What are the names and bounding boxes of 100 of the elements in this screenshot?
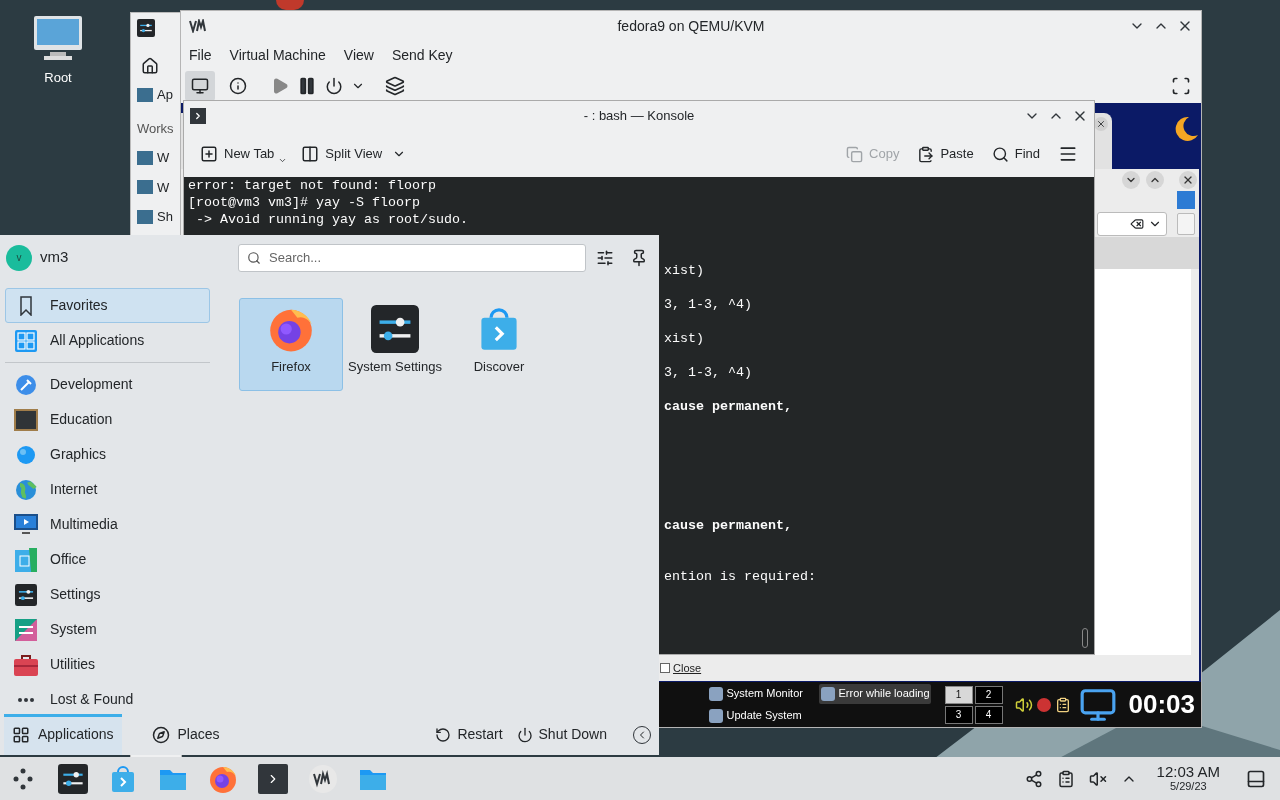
grid-icon <box>12 725 30 744</box>
filter-icon[interactable] <box>596 248 614 267</box>
category-item[interactable]: Office <box>5 542 210 577</box>
restart-icon <box>435 726 452 743</box>
sidebar-item[interactable]: W <box>137 148 181 168</box>
sidebar-item[interactable]: Sh <box>137 207 181 227</box>
screenshot-button[interactable] <box>385 76 405 96</box>
category-item[interactable]: System <box>5 612 210 647</box>
app-icon <box>708 708 723 723</box>
vm-task-icon[interactable] <box>308 763 338 794</box>
toolbar-button[interactable]: Paste <box>917 144 974 164</box>
category-item[interactable]: Favorites <box>5 288 210 323</box>
video-monitor-icon <box>14 513 38 536</box>
task-button[interactable]: Update System <box>706 705 819 726</box>
desktop-switch[interactable]: 2 <box>974 685 1003 704</box>
task-button[interactable]: Error while loading <box>818 683 931 704</box>
menu-item[interactable]: Send Key <box>391 44 453 66</box>
category-item[interactable]: Education <box>5 402 210 437</box>
task-button[interactable]: System Monitor <box>706 683 819 704</box>
category-item[interactable]: Lost & Found <box>5 682 210 714</box>
clipboard-icon[interactable] <box>1054 696 1071 713</box>
clipboard-icon[interactable] <box>1056 769 1075 788</box>
terminal-line: xist) <box>664 331 704 346</box>
minimize-button[interactable] <box>1122 171 1140 189</box>
category-item[interactable]: Utilities <box>5 647 210 682</box>
menu-item[interactable]: View <box>343 44 374 66</box>
speaker-icon[interactable] <box>1014 695 1033 714</box>
terminal-line: cause permanent, <box>664 518 792 533</box>
split-view-icon <box>301 145 320 163</box>
category-item[interactable]: Graphics <box>5 437 210 472</box>
scrollbar-handle[interactable] <box>1082 628 1088 648</box>
desktop-switch[interactable]: 1 <box>944 685 973 704</box>
chalkboard-icon <box>14 408 38 431</box>
fullscreen-button[interactable] <box>1171 76 1191 96</box>
terminal-line: error: target not found: floorp <box>188 178 436 193</box>
item-icon <box>137 87 153 102</box>
power-action-button[interactable]: Restart <box>435 724 503 745</box>
power-button[interactable] <box>325 77 343 95</box>
terminal-line: ention is required: <box>664 569 816 584</box>
window-icon <box>137 19 155 37</box>
terminal-line: 3, 1-3, ^4) <box>664 365 752 380</box>
toolbox-icon <box>14 653 38 676</box>
tab[interactable]: Places <box>143 714 228 755</box>
item-icon <box>137 209 153 224</box>
item-icon <box>137 150 153 165</box>
play-button[interactable] <box>271 77 289 95</box>
menu-item[interactable]: File <box>189 44 212 66</box>
app-tile[interactable]: Discover <box>447 298 551 391</box>
desktop-switch[interactable]: 4 <box>974 705 1003 724</box>
category-item[interactable]: Multimedia <box>5 507 210 542</box>
dots-icon <box>16 696 36 703</box>
user-avatar: v <box>6 244 32 271</box>
backspace-icon[interactable] <box>1130 217 1144 231</box>
vm-logo-icon <box>189 19 209 33</box>
app-icon <box>708 686 723 701</box>
home-icon[interactable] <box>141 57 159 75</box>
guest-clock: 00:03 <box>1128 688 1195 721</box>
toolbar-button[interactable]: Split View <box>301 144 383 164</box>
console-view-button[interactable] <box>185 71 215 101</box>
desktop-icon-label[interactable]: Root <box>44 68 72 88</box>
category-item[interactable]: All Applications <box>5 323 210 358</box>
globe-icon <box>15 478 37 501</box>
show-desktop-icon[interactable] <box>1246 768 1266 789</box>
tray-icon[interactable] <box>1036 697 1051 712</box>
app-tile[interactable]: Firefox <box>239 298 343 391</box>
document-icon <box>15 547 37 572</box>
window-title: fedora9 on QEMU/KVM <box>616 16 766 36</box>
sliders-icon <box>15 583 37 606</box>
tab[interactable]: Applications <box>4 714 122 755</box>
settings-task-icon[interactable] <box>58 763 88 794</box>
location-field[interactable] <box>1097 212 1167 236</box>
sidebar-item[interactable]: W <box>137 177 181 197</box>
category-item[interactable]: Internet <box>5 472 210 507</box>
terminal-line: [root@vm3 vm3]# yay -S floorp <box>188 195 420 210</box>
menu-item[interactable]: Virtual Machine <box>229 44 326 66</box>
sidebar-item[interactable]: Ap <box>137 85 181 105</box>
terminal-icon <box>190 108 206 124</box>
search-field[interactable]: Search... <box>238 243 586 272</box>
app-tile[interactable]: System Settings <box>343 298 447 391</box>
toolbar-button[interactable]: New Tab <box>200 144 275 164</box>
hammer-icon <box>15 373 37 396</box>
close-checkbox[interactable]: Close <box>660 659 702 677</box>
menu-icon[interactable] <box>1058 144 1078 164</box>
clock-date[interactable]: 5/29/23 <box>1169 778 1207 794</box>
clock-time[interactable]: 12:03 AM <box>1156 763 1220 779</box>
power-action-button[interactable]: Shut Down <box>516 724 607 745</box>
category-item[interactable]: Settings <box>5 577 210 612</box>
maximize-button[interactable] <box>1146 171 1164 189</box>
terminal-line: -> Avoid running yay as root/sudo. <box>195 212 468 227</box>
network-icon[interactable] <box>1024 769 1043 788</box>
moon-icon <box>1173 115 1199 143</box>
pause-button[interactable] <box>297 76 317 96</box>
terminal-task-icon[interactable] <box>258 763 288 794</box>
close-button[interactable] <box>1179 171 1197 189</box>
toolbar-button[interactable]: Find <box>991 144 1040 164</box>
pin-icon[interactable] <box>630 248 648 267</box>
window-title: - : bash — Konsole <box>582 107 696 126</box>
category-item[interactable]: Development <box>5 367 210 402</box>
desktop-switch[interactable]: 3 <box>944 705 973 724</box>
muted-speaker-icon[interactable] <box>1088 769 1107 788</box>
